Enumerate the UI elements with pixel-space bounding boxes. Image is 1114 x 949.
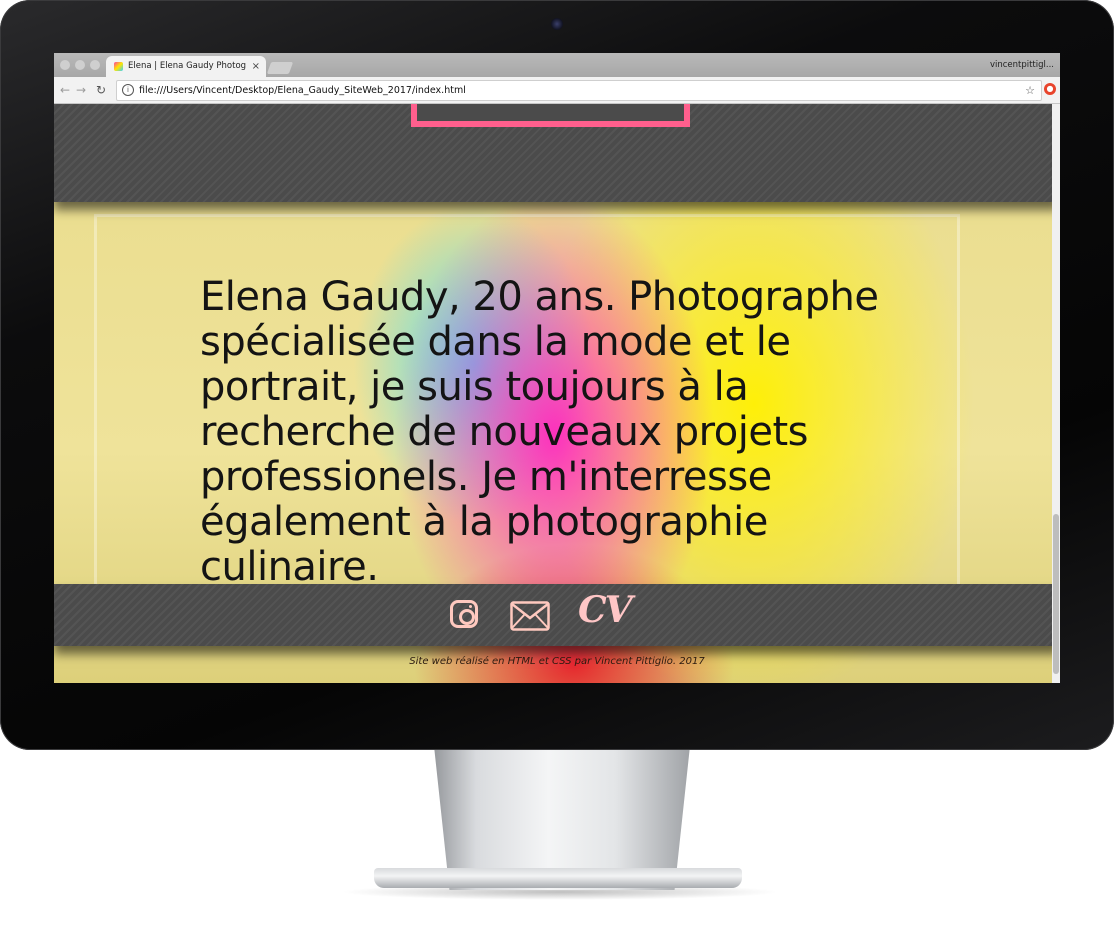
mail-icon[interactable]	[510, 601, 550, 631]
info-icon[interactable]: i	[122, 84, 134, 96]
bio-text: Elena Gaudy, 20 ans. Photographe spécial…	[200, 274, 879, 590]
monitor-bezel: Elena | Elena Gaudy Photograp × vincentp…	[0, 0, 1114, 750]
url-text[interactable]: file:///Users/Vincent/Desktop/Elena_Gaud…	[139, 81, 466, 100]
browser-toolbar: ← → ↻ i file:///Users/Vincent/Desktop/El…	[54, 77, 1060, 104]
back-icon[interactable]: ←	[60, 81, 70, 99]
cv-link[interactable]: CV	[578, 590, 633, 630]
tab-title: Elena | Elena Gaudy Photograp	[128, 61, 246, 71]
social-band: CV	[54, 584, 1060, 646]
tab-bar: Elena | Elena Gaudy Photograp × vincentp…	[54, 53, 1060, 77]
camera-icon	[551, 18, 563, 30]
scrollbar-thumb[interactable]	[1053, 514, 1059, 674]
maximize-window-button[interactable]	[90, 60, 100, 70]
instagram-lens	[459, 609, 475, 625]
tab-close-icon[interactable]: ×	[252, 56, 260, 77]
footer-credit: Site web réalisé en HTML et CSS par Vinc…	[409, 656, 705, 667]
reload-icon[interactable]: ↻	[96, 81, 106, 99]
profile-name[interactable]: vincentpittigl...	[990, 53, 1054, 77]
bookmark-star-icon[interactable]: ☆	[1025, 81, 1035, 100]
instagram-dot	[469, 605, 472, 608]
forward-icon[interactable]: →	[76, 81, 86, 99]
top-band	[54, 104, 1060, 202]
portrait-frame	[411, 104, 690, 127]
new-tab-button[interactable]	[266, 62, 294, 74]
monitor-base	[374, 868, 742, 888]
minimize-window-button[interactable]	[75, 60, 85, 70]
favicon-icon	[114, 62, 123, 71]
address-bar[interactable]: i file:///Users/Vincent/Desktop/Elena_Ga…	[116, 80, 1042, 101]
scrollbar[interactable]	[1052, 104, 1060, 683]
tab-active[interactable]: Elena | Elena Gaudy Photograp ×	[106, 56, 266, 77]
instagram-icon[interactable]	[450, 600, 478, 628]
page-viewport: Elena Gaudy, 20 ans. Photographe spécial…	[54, 104, 1060, 683]
close-window-button[interactable]	[60, 60, 70, 70]
screen: Elena | Elena Gaudy Photograp × vincentp…	[54, 53, 1060, 683]
extension-icon[interactable]: ●	[1044, 83, 1056, 95]
